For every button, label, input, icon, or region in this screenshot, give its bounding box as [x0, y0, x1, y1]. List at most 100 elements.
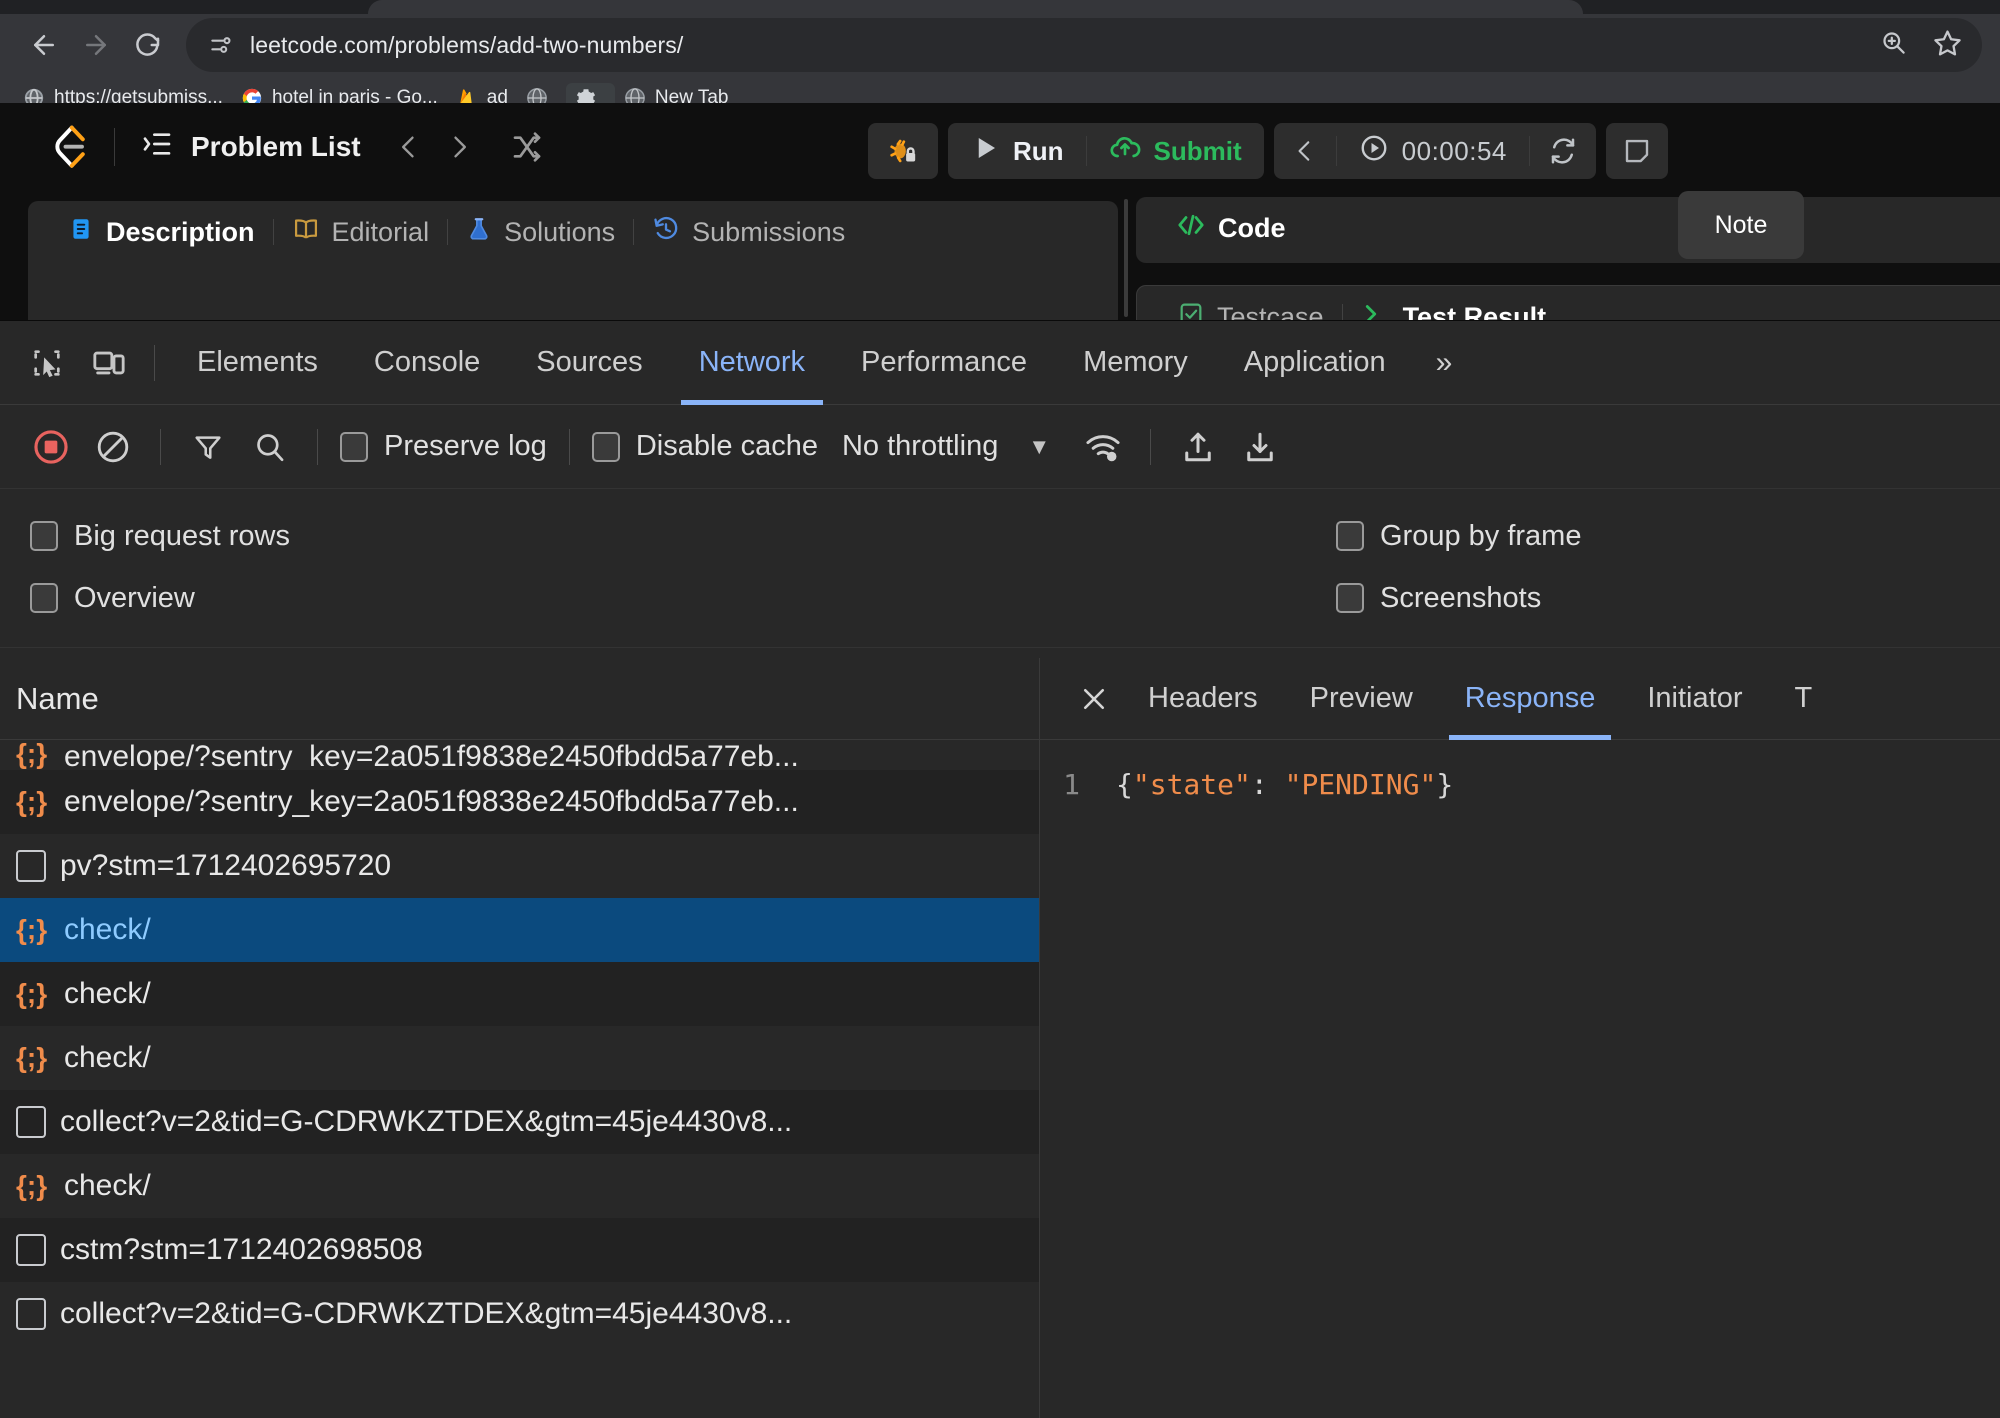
globe-icon: [24, 88, 44, 103]
panel-splitter[interactable]: [1124, 199, 1128, 317]
forward-icon[interactable]: [70, 19, 122, 71]
checkbox-box[interactable]: [1336, 521, 1364, 551]
table-row[interactable]: {;} check/: [0, 898, 1039, 962]
clear-log-icon[interactable]: [82, 416, 144, 478]
submit-button[interactable]: Submit: [1087, 123, 1264, 179]
close-icon[interactable]: [1066, 671, 1122, 727]
disable-cache-checkbox[interactable]: Disable cache: [586, 430, 824, 463]
run-button[interactable]: Run: [948, 123, 1086, 179]
bookmark-item[interactable]: ad: [447, 83, 517, 103]
table-row[interactable]: {;} check/: [0, 1026, 1039, 1090]
tab-editorial[interactable]: Editorial: [274, 215, 448, 250]
group-by-frame-checkbox[interactable]: Group by frame: [1330, 520, 1587, 553]
checkbox-box[interactable]: [30, 521, 58, 551]
chevron-down-icon[interactable]: ▼: [1028, 434, 1050, 460]
table-row[interactable]: cstm?stm=1712402698508: [0, 1218, 1039, 1282]
big-request-rows-checkbox[interactable]: Big request rows: [24, 520, 296, 553]
history-icon: [652, 215, 680, 250]
note-button[interactable]: [1605, 123, 1668, 179]
screenshots-checkbox[interactable]: Screenshots: [1330, 582, 1547, 615]
shuffle-icon[interactable]: [505, 125, 549, 169]
document-icon: [16, 1106, 46, 1138]
table-row[interactable]: {;} check/: [0, 1154, 1039, 1218]
checkbox-box[interactable]: [340, 431, 368, 462]
checkbox-box[interactable]: [591, 431, 620, 462]
bookmark-item[interactable]: [565, 83, 615, 103]
reload-icon[interactable]: [122, 19, 174, 71]
flask-icon: [466, 216, 492, 249]
timer-display[interactable]: 00:00:54: [1337, 123, 1529, 179]
inspect-element-icon[interactable]: [16, 332, 78, 394]
url-text[interactable]: leetcode.com/problems/add-two-numbers/: [250, 32, 1864, 59]
checkbox-box[interactable]: [30, 583, 58, 613]
detail-tab-headers[interactable]: Headers: [1122, 658, 1284, 740]
tab-testcase[interactable]: Testcase: [1159, 300, 1342, 320]
devtools-tab-sources[interactable]: Sources: [508, 321, 670, 405]
devtools-tab-console[interactable]: Console: [346, 321, 508, 405]
detail-tab-response[interactable]: Response: [1439, 658, 1622, 740]
table-row[interactable]: pv?stm=1712402695720: [0, 834, 1039, 898]
preserve-log-label: Preserve log: [384, 430, 547, 462]
table-row[interactable]: collect?v=2&tid=G-CDRWKZTDEX&gtm=45je443…: [0, 1090, 1039, 1154]
request-list-header[interactable]: Name: [0, 658, 1039, 740]
devtools-tab-network[interactable]: Network: [671, 321, 833, 405]
settings-row-2: Overview Screenshots: [0, 567, 2000, 629]
detail-tab-initiator[interactable]: Initiator: [1621, 658, 1768, 740]
globe-icon: [625, 88, 645, 103]
zoom-icon[interactable]: [1880, 29, 1907, 61]
bookmark-star-icon[interactable]: [1933, 28, 1962, 62]
throttling-select[interactable]: No throttling ▼: [842, 430, 1050, 463]
next-problem-icon[interactable]: [437, 125, 481, 169]
problem-list-button[interactable]: Problem List: [141, 128, 361, 167]
import-har-icon[interactable]: [1167, 416, 1229, 478]
request-list[interactable]: Name {;} envelope/?sentry_key=2a051f9838…: [0, 658, 1040, 1418]
bookmark-item[interactable]: hotel in paris - Go...: [232, 83, 447, 103]
network-conditions-icon[interactable]: [1072, 416, 1134, 478]
back-icon[interactable]: [18, 19, 70, 71]
preserve-log-checkbox[interactable]: Preserve log: [334, 430, 553, 463]
run-submit-group: Run Submit: [948, 123, 1264, 179]
timer-reset-button[interactable]: [1530, 123, 1596, 179]
record-button[interactable]: [20, 416, 82, 478]
table-row[interactable]: collect?v=2&tid=G-CDRWKZTDEX&gtm=45je443…: [0, 1282, 1039, 1346]
tab-description[interactable]: Description: [50, 216, 273, 249]
document-icon: [16, 850, 46, 882]
table-row[interactable]: {;} envelope/?sentry_key=2a051f9838e2450…: [0, 770, 1039, 834]
prev-problem-icon[interactable]: [387, 125, 431, 169]
json-icon: {;}: [16, 1042, 48, 1073]
bookmark-item[interactable]: https://getsubmiss...: [14, 83, 232, 103]
tab-test-result[interactable]: Test Result: [1343, 299, 1565, 320]
timer-collapse-button[interactable]: [1274, 123, 1336, 179]
tab-submissions-label: Submissions: [692, 216, 846, 247]
address-bar[interactable]: leetcode.com/problems/add-two-numbers/: [186, 18, 1982, 72]
tabbar-divider: [154, 344, 155, 381]
debug-button[interactable]: [868, 123, 938, 179]
tab-code[interactable]: Code: [1158, 210, 1304, 247]
devtools-tab-performance[interactable]: Performance: [833, 321, 1055, 405]
bookmark-item[interactable]: New Tab: [615, 83, 738, 103]
detail-tab-preview[interactable]: Preview: [1284, 658, 1439, 740]
leetcode-logo-icon[interactable]: [48, 124, 88, 170]
tab-solutions[interactable]: Solutions: [448, 216, 633, 249]
export-har-icon[interactable]: [1229, 416, 1291, 478]
devtools-tab-memory[interactable]: Memory: [1055, 321, 1216, 405]
table-row[interactable]: {;} envelope/?sentry_key=2a051f9838e2450…: [0, 740, 1039, 770]
tab-submissions[interactable]: Submissions: [634, 215, 863, 250]
table-row[interactable]: {;} check/: [0, 962, 1039, 1026]
filter-icon[interactable]: [177, 416, 239, 478]
more-tabs-icon[interactable]: »: [1414, 321, 1475, 405]
device-toolbar-icon[interactable]: [78, 332, 140, 394]
overview-checkbox[interactable]: Overview: [24, 582, 201, 615]
browser-tab-active[interactable]: [368, 0, 1583, 14]
detail-tab-timing[interactable]: T: [1768, 658, 1838, 740]
response-body[interactable]: 1 {"state": "PENDING"}: [1040, 740, 2000, 801]
search-icon[interactable]: [239, 416, 301, 478]
bookmark-item[interactable]: [517, 83, 566, 103]
json-icon: {;}: [16, 786, 48, 817]
checkbox-box[interactable]: [1336, 583, 1364, 613]
devtools-tab-elements[interactable]: Elements: [169, 321, 346, 405]
devtools-tab-application[interactable]: Application: [1216, 321, 1414, 405]
site-info-icon[interactable]: [208, 32, 234, 58]
bookmarks-bar: https://getsubmiss... hotel in paris - G…: [0, 76, 2000, 103]
note-tab[interactable]: Note: [1678, 191, 1804, 259]
